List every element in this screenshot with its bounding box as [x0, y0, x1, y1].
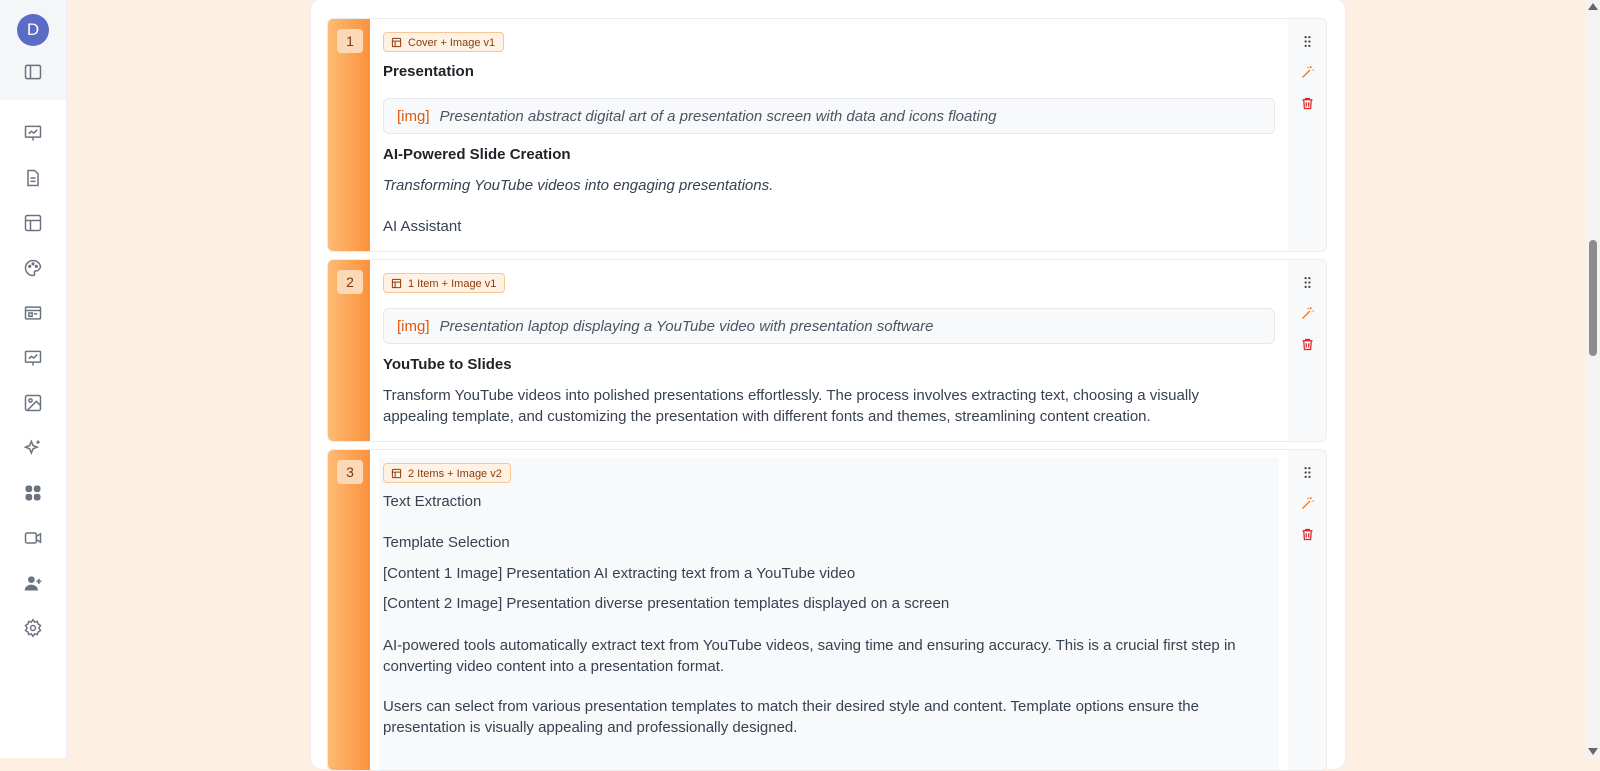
slide-accent-bar	[328, 19, 370, 251]
sidebar: D	[0, 0, 67, 758]
slide-card-2[interactable]: 2 1 Item + Image v1 [img] Presentation la…	[327, 259, 1327, 442]
layout-badge-label: 2 Items + Image v2	[408, 468, 502, 480]
item1-body[interactable]: AI-powered tools automatically extract t…	[383, 635, 1263, 677]
page-scrollbar[interactable]	[1586, 0, 1600, 758]
magic-wand-icon[interactable]	[1298, 304, 1316, 322]
layout-badge[interactable]: Cover + Image v1	[383, 32, 505, 52]
drag-handle-icon[interactable]	[1298, 32, 1316, 50]
drag-handle-icon[interactable]	[1298, 273, 1316, 291]
image-description: Presentation abstract digital art of a p…	[439, 108, 997, 125]
document-icon[interactable]	[21, 166, 45, 190]
slide-actions	[1288, 19, 1326, 251]
analytics-icon[interactable]	[21, 346, 45, 370]
layout-icon	[391, 37, 402, 48]
apps-icon[interactable]	[21, 481, 45, 505]
slide-author[interactable]: AI Assistant	[383, 218, 461, 235]
layout-icon	[391, 278, 402, 289]
item2-title[interactable]: Template Selection	[383, 534, 510, 551]
slide-body[interactable]: Transform YouTube videos into polished p…	[383, 385, 1263, 427]
presentation-chart-icon[interactable]	[21, 121, 45, 145]
slide-actions	[1288, 260, 1326, 441]
slide-number: 2	[337, 270, 363, 294]
slide-card-1[interactable]: 1 Cover + Image v1 Presentation [img] Pre…	[327, 18, 1327, 252]
slide-number: 3	[337, 460, 363, 484]
settings-icon[interactable]	[21, 616, 45, 640]
layout-icon[interactable]	[21, 211, 45, 235]
layout-badge[interactable]: 2 Items + Image v2	[383, 463, 511, 483]
slide-title[interactable]: Presentation	[383, 63, 474, 80]
palette-icon[interactable]	[21, 256, 45, 280]
trash-icon[interactable]	[1298, 335, 1316, 353]
image-placeholder[interactable]: [img] Presentation laptop displaying a Yo…	[383, 308, 1275, 344]
image-tag: [img]	[397, 318, 430, 335]
add-user-icon[interactable]	[21, 571, 45, 595]
slideshow-icon[interactable]	[21, 301, 45, 325]
magic-wand-icon[interactable]	[1298, 494, 1316, 512]
slide-card-3[interactable]: 3 2 Items + Image v2 Text Extraction Tem…	[327, 449, 1327, 771]
scroll-down-arrow-icon[interactable]	[1588, 748, 1598, 755]
image-placeholder[interactable]: [img] Presentation abstract digital art o…	[383, 98, 1275, 134]
trash-icon[interactable]	[1298, 525, 1316, 543]
slide-subtitle[interactable]: Transforming YouTube videos into engagin…	[383, 177, 773, 194]
content1-image-desc[interactable]: [Content 1 Image] Presentation AI extrac…	[383, 565, 855, 582]
scrollbar-thumb[interactable]	[1589, 240, 1597, 356]
slide-accent-bar	[328, 450, 370, 770]
image-tag: [img]	[397, 108, 430, 125]
slide-heading[interactable]: YouTube to Slides	[383, 356, 512, 373]
slide-actions	[1288, 450, 1326, 770]
avatar[interactable]: D	[17, 14, 49, 46]
scroll-up-arrow-icon[interactable]	[1588, 3, 1598, 10]
item2-body[interactable]: Users can select from various presentati…	[383, 696, 1263, 738]
image-icon[interactable]	[21, 391, 45, 415]
layout-badge[interactable]: 1 Item + Image v1	[383, 273, 506, 293]
trash-icon[interactable]	[1298, 94, 1316, 112]
slide-number: 1	[337, 29, 363, 53]
image-description: Presentation laptop displaying a YouTube…	[439, 318, 934, 335]
sparkles-icon[interactable]	[21, 436, 45, 460]
drag-handle-icon[interactable]	[1298, 463, 1316, 481]
layout-icon	[391, 468, 402, 479]
layout-badge-label: Cover + Image v1	[408, 37, 496, 49]
slide-heading[interactable]: AI-Powered Slide Creation	[383, 146, 571, 163]
content2-image-desc[interactable]: [Content 2 Image] Presentation diverse p…	[383, 595, 949, 612]
item1-title[interactable]: Text Extraction	[383, 493, 481, 510]
magic-wand-icon[interactable]	[1298, 63, 1316, 81]
video-icon[interactable]	[21, 526, 45, 550]
layout-badge-label: 1 Item + Image v1	[408, 278, 497, 290]
sidebar-toggle-icon[interactable]	[21, 60, 45, 84]
